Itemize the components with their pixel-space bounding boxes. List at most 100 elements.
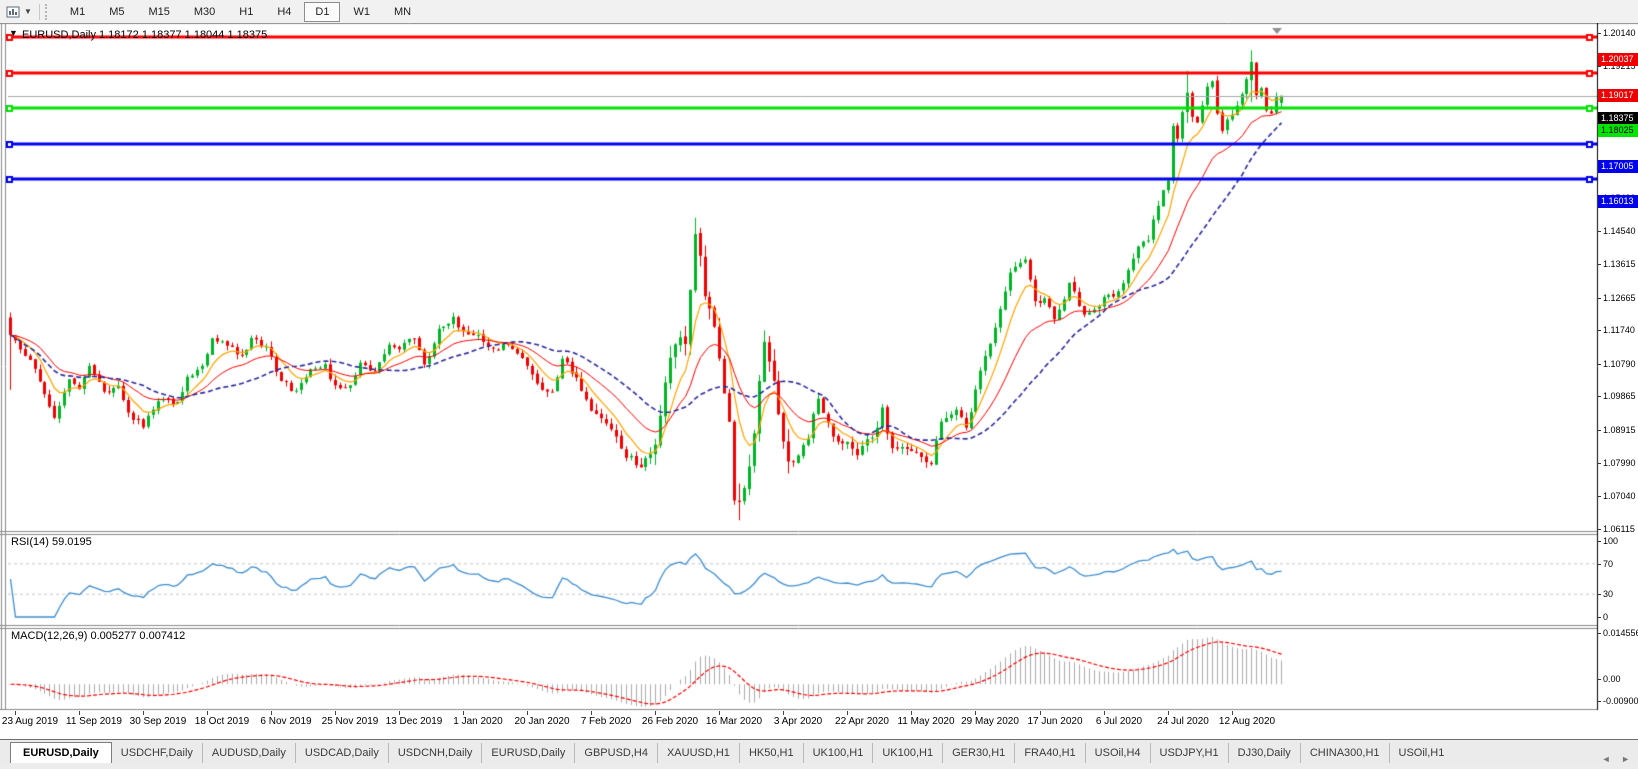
toolbar-drag-grip[interactable] [45, 4, 52, 20]
date-axis: 23 Aug 2019 11 Sep 2019 30 Sep 2019 18 Oct … [0, 711, 1638, 739]
chart-tab-USDJPY-H1[interactable]: USDJPY,H1 [1150, 743, 1228, 763]
price-tick-1.06115: 1.06115 [1598, 524, 1635, 534]
trading-terminal-window: ▼ M1M5M15M30H1H4D1W1MN ▼ EURUSD,Daily 1.… [0, 0, 1638, 769]
date-tick [463, 711, 464, 715]
chart-tab-USOil-H4[interactable]: USOil,H4 [1085, 743, 1150, 763]
chart-tab-EURUSD-Daily[interactable]: EURUSD,Daily [10, 742, 112, 763]
date-label-6-Jul-2020: 6 Jul 2020 [1096, 716, 1142, 727]
date-tick [975, 711, 976, 715]
date-tick [527, 711, 528, 715]
date-label-26-Feb-2020: 26 Feb 2020 [642, 716, 698, 727]
timeframe-button-W1[interactable]: W1 [342, 2, 381, 22]
timeframe-button-M15[interactable]: M15 [137, 2, 180, 22]
chart-tab-AUDUSD-Daily[interactable]: AUDUSD,Daily [202, 743, 295, 763]
date-label-1-Jan-2020: 1 Jan 2020 [453, 716, 503, 727]
date-tick [911, 711, 912, 715]
chart-tab-CHINA300-H1[interactable]: CHINA300,H1 [1300, 743, 1389, 763]
price-tick-1.08915: 1.08915 [1598, 425, 1636, 435]
price-level-badge-1.17005: 1.17005 [1598, 160, 1638, 173]
timeframe-button-MN[interactable]: MN [383, 2, 422, 22]
date-label-7-Feb-2020: 7 Feb 2020 [581, 716, 632, 727]
date-tick [143, 711, 144, 715]
macd-axis--0.00900: -0.00900 [1598, 696, 1638, 706]
date-tick [1168, 711, 1169, 715]
date-label-16-Mar-2020: 16 Mar 2020 [706, 716, 762, 727]
chart-tab-GER30-H1[interactable]: GER30,H1 [942, 743, 1014, 763]
chart-tab-XAUUSD-H1[interactable]: XAUUSD,H1 [657, 743, 739, 763]
chart-title-caret-icon[interactable]: ▼ [9, 28, 18, 38]
date-label-29-May-2020: 29 May 2020 [961, 716, 1019, 727]
timeframe-button-M30[interactable]: M30 [183, 2, 226, 22]
date-tick [79, 711, 80, 715]
date-tick [1104, 711, 1105, 715]
date-tick [15, 711, 16, 715]
date-label-25-Nov-2019: 25 Nov 2019 [322, 716, 379, 727]
price-tick-1.09865: 1.09865 [1598, 391, 1636, 401]
date-label-22-Apr-2020: 22 Apr 2020 [835, 716, 889, 727]
timeframe-buttons: M1M5M15M30H1H4D1W1MN [58, 2, 423, 22]
macd-indicator-label: MACD(12,26,9) 0.005277 0.007412 [11, 630, 185, 642]
chart-tab-HK50-H1[interactable]: HK50,H1 [739, 743, 803, 763]
chart-tab-GBPUSD-H4[interactable]: GBPUSD,H4 [574, 743, 657, 763]
price-tick-1.07990: 1.07990 [1598, 458, 1636, 468]
timeframe-button-M1[interactable]: M1 [59, 2, 96, 22]
date-label-13-Dec-2019: 13 Dec 2019 [386, 716, 443, 727]
timeframe-button-D1[interactable]: D1 [304, 2, 340, 22]
date-tick [719, 711, 720, 715]
chart-tab-UK100-H1[interactable]: UK100,H1 [872, 743, 942, 763]
new-chart-icon[interactable] [6, 5, 22, 19]
date-label-11-Sep-2019: 11 Sep 2019 [66, 716, 122, 727]
date-label-11-May-2020: 11 May 2020 [897, 716, 954, 727]
timeframe-button-H4[interactable]: H4 [266, 2, 302, 22]
chart-tab-EURUSD-Daily[interactable]: EURUSD,Daily [481, 743, 574, 763]
price-level-badge-1.19017: 1.19017 [1598, 89, 1638, 102]
price-axis: 1.201401.192151.182901.173401.164151.154… [1598, 23, 1638, 711]
date-tick [591, 711, 592, 715]
chart-title-ohlc: EURUSD,Daily 1.18172 1.18377 1.18044 1.1… [22, 29, 267, 41]
macd-axis-0.014556: 0.014556 [1598, 628, 1638, 638]
price-tick-1.20140: 1.20140 [1598, 28, 1636, 38]
date-tick [271, 711, 272, 715]
date-label-18-Oct-2019: 18 Oct 2019 [195, 716, 249, 727]
chart-tab-DJ30-Daily[interactable]: DJ30,Daily [1228, 743, 1300, 763]
rsi-axis-30: 30 [1598, 589, 1613, 599]
chart-tab-USDCAD-Daily[interactable]: USDCAD,Daily [295, 743, 388, 763]
rsi-axis-100: 100 [1598, 536, 1618, 546]
chevron-down-icon[interactable]: ▼ [24, 7, 32, 16]
date-label-6-Nov-2019: 6 Nov 2019 [260, 716, 311, 727]
rsi-axis-0: 0 [1598, 612, 1608, 622]
price-tick-1.12665: 1.12665 [1598, 293, 1636, 303]
chart-tab-USDCHF-Daily[interactable]: USDCHF,Daily [112, 743, 202, 763]
date-label-3-Apr-2020: 3 Apr 2020 [774, 716, 822, 727]
date-tick [207, 711, 208, 715]
timeframe-button-H1[interactable]: H1 [228, 2, 264, 22]
date-label-20-Jan-2020: 20 Jan 2020 [514, 716, 569, 727]
date-tick [1040, 711, 1041, 715]
price-tick-1.14540: 1.14540 [1598, 226, 1636, 236]
price-level-badge-1.16013: 1.16013 [1598, 195, 1638, 208]
date-tick [1232, 711, 1233, 715]
date-tick [847, 711, 848, 715]
timeframe-button-M5[interactable]: M5 [98, 2, 135, 22]
chart-tab-UK100-H1[interactable]: UK100,H1 [803, 743, 873, 763]
price-tick-1.10790: 1.10790 [1598, 359, 1636, 369]
date-label-30-Sep-2019: 30 Sep 2019 [130, 716, 187, 727]
price-tick-1.11740: 1.11740 [1598, 325, 1635, 335]
timeframe-toolbar: ▼ M1M5M15M30H1H4D1W1MN [0, 0, 1638, 24]
date-tick [335, 711, 336, 715]
rsi-axis-70: 70 [1598, 559, 1613, 569]
macd-axis-0.00: 0.00 [1598, 674, 1621, 684]
price-level-badge-1.20037: 1.20037 [1598, 53, 1638, 66]
chart-tab-USOil-H1[interactable]: USOil,H1 [1389, 743, 1454, 763]
chart-tab-FRA40-H1[interactable]: FRA40,H1 [1014, 743, 1084, 763]
price-level-badge-1.18025: 1.18025 [1598, 124, 1638, 137]
date-label-23-Aug-2019: 23 Aug 2019 [2, 716, 58, 727]
chart-tab-USDCNH-Daily[interactable]: USDCNH,Daily [388, 743, 482, 763]
date-tick [399, 711, 400, 715]
price-tick-1.13615: 1.13615 [1598, 259, 1636, 269]
window-bottom-edge [0, 763, 1638, 769]
price-tick-1.07040: 1.07040 [1598, 491, 1636, 501]
date-tick [655, 711, 656, 715]
date-tick [783, 711, 784, 715]
price-chart-canvas[interactable] [0, 23, 1638, 711]
